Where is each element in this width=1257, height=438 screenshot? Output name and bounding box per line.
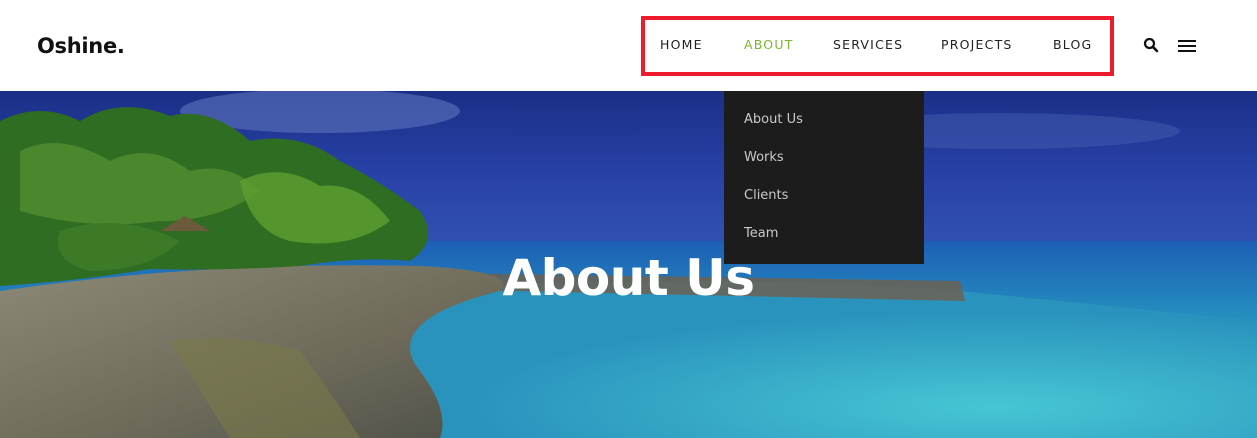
- nav-highlight-box: [641, 16, 1114, 76]
- dropdown-item-clients[interactable]: Clients: [724, 185, 924, 223]
- dropdown-item-team[interactable]: Team: [724, 223, 924, 261]
- search-icon[interactable]: [1143, 37, 1159, 53]
- hamburger-menu-icon[interactable]: [1178, 38, 1196, 52]
- hero-title: About Us: [502, 249, 755, 307]
- dropdown-item-works[interactable]: Works: [724, 147, 924, 185]
- hero-banner: About Us: [0, 91, 1257, 438]
- site-header: Oshine. HOME ABOUT SERVICES PROJECTS BLO…: [0, 0, 1257, 91]
- dropdown-item-about-us[interactable]: About Us: [724, 109, 924, 147]
- about-dropdown-menu: About Us Works Clients Team: [724, 91, 924, 264]
